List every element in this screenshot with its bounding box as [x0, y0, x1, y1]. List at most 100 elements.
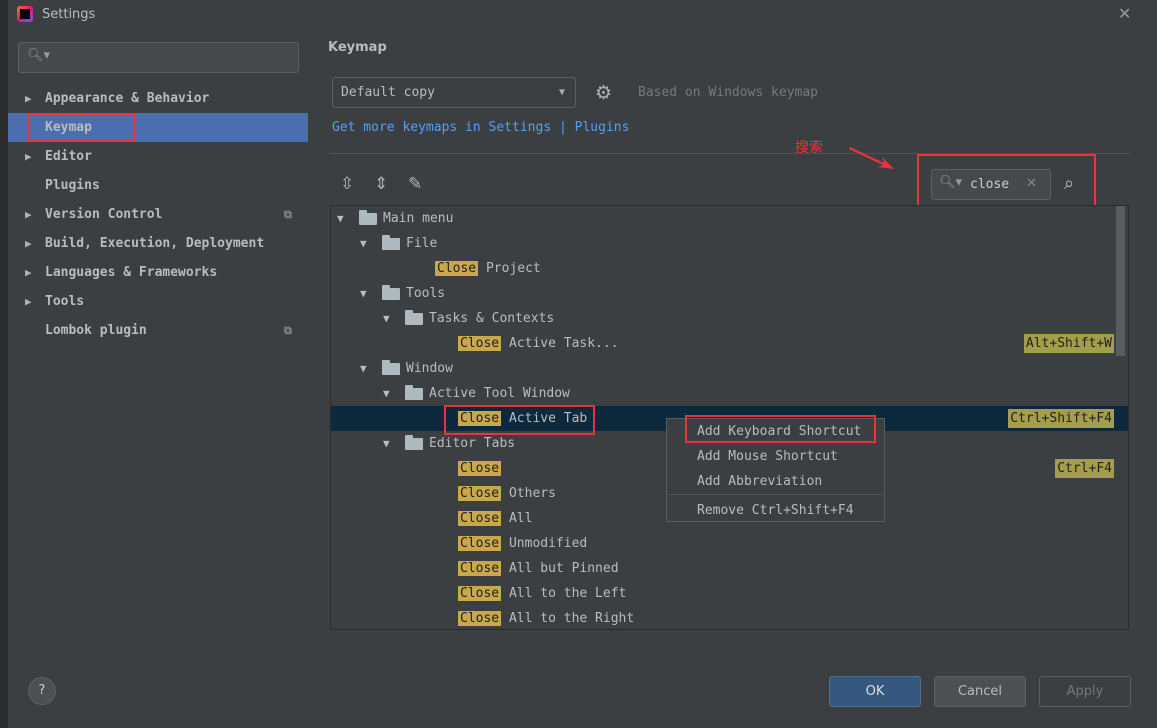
tree-label: Tasks & Contexts [429, 311, 555, 326]
action-name: All [501, 511, 533, 526]
menu-item-add-abbreviation[interactable]: Add Abbreviation [697, 469, 822, 494]
keymaps-links: Get more keymaps in Settings | Plugins [332, 120, 629, 135]
tree-action[interactable]: Close Project [331, 256, 1128, 281]
collapse-all-icon[interactable]: ⇕ [374, 174, 388, 194]
tree-action[interactable]: Close All to the Right [331, 606, 1128, 629]
action-name: Unmodified [501, 536, 588, 551]
folder-icon [359, 210, 377, 225]
expand-arrow-icon[interactable]: ▶ [25, 287, 32, 316]
expand-arrow-icon[interactable]: ▼ [383, 431, 390, 456]
expand-arrow-icon[interactable]: ▼ [383, 306, 390, 331]
tree-action[interactable]: Close All to the Left [331, 581, 1128, 606]
sidebar-item-label: Plugins [45, 178, 100, 193]
folder-icon [382, 235, 400, 250]
expand-arrow-icon[interactable]: ▶ [25, 200, 32, 229]
page-title: Keymap [328, 40, 387, 55]
expand-arrow-icon[interactable]: ▶ [25, 229, 32, 258]
annotation-box-close-active-tab [444, 405, 595, 435]
sidebar-item-plugins[interactable]: Plugins [8, 171, 308, 200]
intellij-logo-icon [17, 6, 33, 22]
tree-group[interactable]: ▼ File [331, 231, 1128, 256]
search-match: Close [458, 536, 502, 551]
sidebar-item-languages-frameworks[interactable]: ▶ Languages & Frameworks [8, 258, 308, 287]
keymap-select[interactable]: Default copy ▼ [332, 77, 576, 108]
tree-label: Close All [458, 506, 532, 531]
sidebar-item-build-execution-deployment[interactable]: ▶ Build, Execution, Deployment [8, 229, 308, 258]
based-on-label: Based on Windows keymap [638, 85, 819, 100]
action-name: Active Task... [501, 336, 619, 351]
search-match: Close [458, 461, 502, 476]
tree-label: Main menu [383, 211, 454, 226]
sidebar-item-tools[interactable]: ▶ Tools [8, 287, 308, 316]
apply-button[interactable]: Apply [1039, 676, 1131, 707]
keymap-select-value: Default copy [341, 85, 435, 100]
tree-group[interactable]: ▼ Tasks & Contexts [331, 306, 1128, 331]
sidebar-item-label: Build, Execution, Deployment [45, 236, 265, 251]
search-match: Close [458, 511, 502, 526]
expand-arrow-icon[interactable]: ▼ [360, 231, 367, 256]
shortcut-badge: Ctrl+Shift+F4 [1008, 409, 1114, 428]
tree-label: Close Active Task... [458, 331, 619, 356]
close-icon[interactable]: ✕ [1118, 4, 1131, 23]
help-button[interactable]: ? [28, 677, 56, 705]
expand-arrow-icon[interactable]: ▶ [25, 84, 32, 113]
sidebar-item-lombok-plugin[interactable]: Lombok plugin ⧉ [8, 316, 308, 345]
ok-button[interactable]: OK [829, 676, 921, 707]
search-match: Close [458, 336, 502, 351]
tree-label: File [406, 236, 438, 251]
tree-label: Close Unmodified [458, 531, 587, 556]
annotation-arrow [849, 147, 894, 169]
tree-label: Window [406, 361, 453, 376]
cancel-button[interactable]: Cancel [934, 676, 1026, 707]
annotation-label: 搜索 [795, 140, 823, 156]
tree-scrollbar[interactable] [1116, 206, 1125, 356]
expand-arrow-icon[interactable]: ▼ [360, 356, 367, 381]
action-name: Others [501, 486, 556, 501]
tree-action[interactable]: Close All but Pinned [331, 556, 1128, 581]
tree-label: Tools [406, 286, 446, 301]
link-separator: | [558, 120, 567, 135]
plugins-link[interactable]: Plugins [575, 120, 630, 135]
edit-pencil-icon[interactable]: ✎ [408, 174, 422, 194]
sidebar-item-label: Version Control [45, 207, 163, 222]
background-ide [0, 0, 8, 728]
tree-group[interactable]: ▼ Active Tool Window [331, 381, 1128, 406]
tree-label: Close Project [435, 256, 541, 281]
search-match: Close [458, 611, 502, 626]
expand-arrow-icon[interactable]: ▼ [360, 281, 367, 306]
search-match: Close [458, 561, 502, 576]
tree-action[interactable]: Close Unmodified [331, 531, 1128, 556]
expand-arrow-icon[interactable]: ▶ [25, 258, 32, 287]
shortcut-badge: Alt+Shift+W [1023, 334, 1114, 353]
settings-link[interactable]: Get more keymaps in Settings [332, 120, 551, 135]
chevron-down-icon: ▼ [558, 87, 565, 98]
tree-group[interactable]: ▼ Main menu [331, 206, 1128, 231]
annotation-box-keymap [27, 113, 135, 141]
expand-arrow-icon[interactable]: ▶ [25, 142, 32, 171]
project-level-icon: ⧉ [284, 208, 292, 221]
expand-all-icon[interactable]: ⇳ [340, 174, 354, 194]
sidebar-item-editor[interactable]: ▶ Editor [8, 142, 308, 171]
sidebar-item-appearance-behavior[interactable]: ▶ Appearance & Behavior [8, 84, 308, 113]
tree-group[interactable]: ▼ Window [331, 356, 1128, 381]
project-level-icon: ⧉ [284, 324, 292, 337]
menu-separator [667, 494, 884, 495]
sidebar-item-label: Tools [45, 294, 85, 309]
expand-arrow-icon[interactable]: ▼ [337, 206, 344, 231]
menu-item-add-mouse-shortcut[interactable]: Add Mouse Shortcut [697, 444, 838, 469]
gear-icon[interactable]: ⚙ [595, 82, 612, 104]
tree-action[interactable]: Close Active Task... Alt+Shift+W [331, 331, 1128, 356]
tree-label: Close All but Pinned [458, 556, 619, 581]
action-name: Project [478, 261, 541, 276]
menu-item-remove-shortcut[interactable]: Remove Ctrl+Shift+F4 [697, 498, 854, 523]
search-icon: 🔍︎▾ [27, 48, 51, 63]
expand-arrow-icon[interactable]: ▼ [383, 381, 390, 406]
tree-group[interactable]: ▼ Tools [331, 281, 1128, 306]
sidebar-item-version-control[interactable]: ▶ Version Control ⧉ [8, 200, 308, 229]
folder-icon [382, 360, 400, 375]
annotation-box-search [917, 154, 1096, 211]
action-name: All but Pinned [501, 561, 619, 576]
settings-search-input[interactable]: 🔍︎▾ [18, 42, 299, 73]
action-name: All to the Right [501, 611, 635, 626]
tree-label: Close All to the Left [458, 581, 626, 606]
